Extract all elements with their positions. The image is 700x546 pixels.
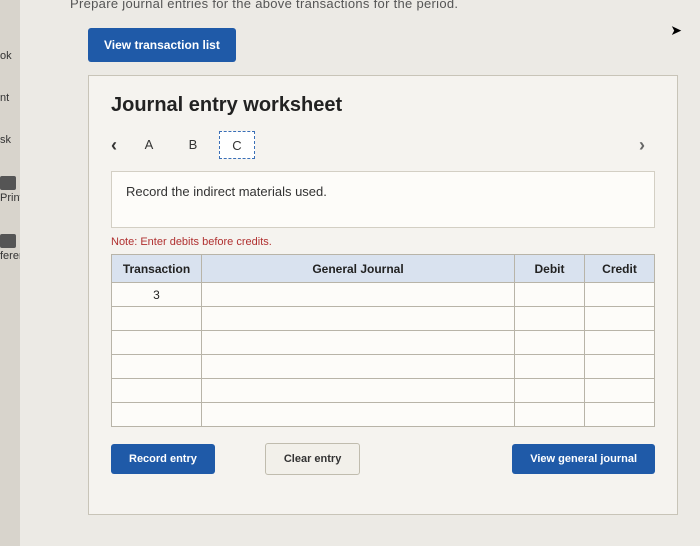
tab-c[interactable]: C <box>219 131 255 159</box>
references-icon <box>0 234 16 248</box>
header-general-journal: General Journal <box>202 255 515 283</box>
print-icon <box>0 176 16 190</box>
table-row[interactable] <box>112 331 655 355</box>
header-debit: Debit <box>515 255 585 283</box>
table-row[interactable] <box>112 379 655 403</box>
view-transaction-list-button[interactable]: View transaction list <box>88 28 236 62</box>
table-row[interactable] <box>112 307 655 331</box>
page-container: Prepare journal entries for the above tr… <box>20 0 700 546</box>
entry-prompt: Record the indirect materials used. <box>111 171 655 228</box>
button-row: Record entry Clear entry View general jo… <box>111 443 655 475</box>
sidebar-item-hint[interactable]: nt <box>0 92 20 104</box>
sidebar-item-print[interactable]: Print <box>0 192 20 204</box>
tab-row: ‹ A B C › <box>111 131 655 159</box>
note-text: Note: Enter debits before credits. <box>111 236 655 248</box>
cell-account[interactable] <box>202 283 515 307</box>
clear-entry-button[interactable]: Clear entry <box>265 443 360 475</box>
header-credit: Credit <box>585 255 655 283</box>
sidebar-item-ask[interactable]: sk <box>0 134 20 146</box>
chevron-right-icon[interactable]: › <box>639 135 655 156</box>
table-row[interactable]: 3 <box>112 283 655 307</box>
cell-credit[interactable] <box>585 283 655 307</box>
sidebar-item-references[interactable]: ferences <box>0 250 20 262</box>
record-entry-button[interactable]: Record entry <box>111 444 215 474</box>
view-general-journal-button[interactable]: View general journal <box>512 444 655 474</box>
instruction-fragment: Prepare journal entries for the above tr… <box>70 0 458 11</box>
tab-a[interactable]: A <box>131 131 167 159</box>
chevron-left-icon[interactable]: ‹ <box>111 135 127 156</box>
worksheet-panel: Journal entry worksheet ‹ A B C › Record… <box>88 75 678 515</box>
worksheet-title: Journal entry worksheet <box>111 94 655 117</box>
cell-debit[interactable] <box>515 283 585 307</box>
tab-b[interactable]: B <box>175 131 211 159</box>
header-transaction: Transaction <box>112 255 202 283</box>
cell-transaction-number: 3 <box>112 283 202 307</box>
cursor-icon: ➤ <box>670 22 682 39</box>
table-row[interactable] <box>112 403 655 427</box>
table-row[interactable] <box>112 355 655 379</box>
sidebar: ok nt sk Print ferences <box>0 50 20 546</box>
journal-table: Transaction General Journal Debit Credit… <box>111 254 655 427</box>
sidebar-item-book[interactable]: ok <box>0 50 20 62</box>
